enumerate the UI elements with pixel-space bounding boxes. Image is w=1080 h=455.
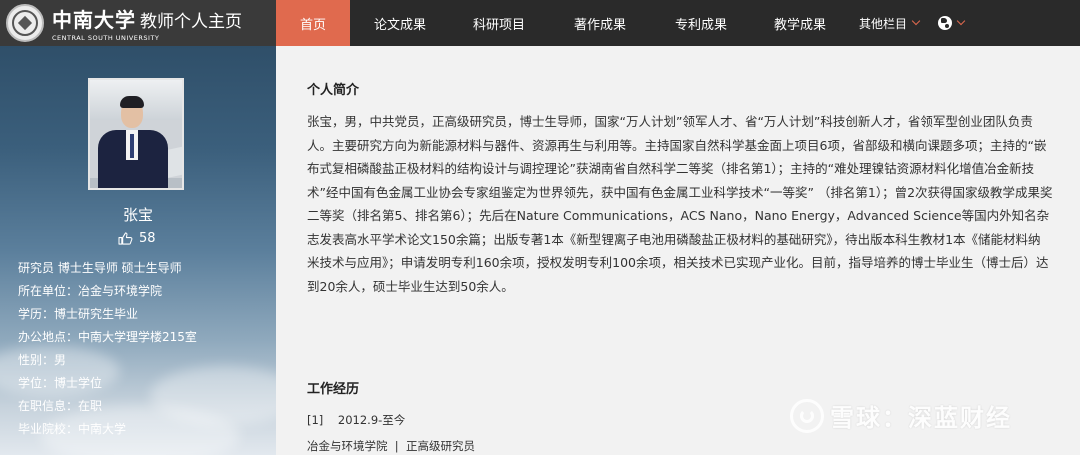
nav-patents[interactable]: 专利成果 xyxy=(652,0,750,46)
info-education: 学历：博士研究生毕业 xyxy=(18,307,139,321)
work-entry-detail: 冶金与环境学院 | 正高级研究员 xyxy=(307,439,475,453)
work-entry-date: [1] 2012.9-至今 xyxy=(307,413,406,427)
university-logo[interactable]: 中南大学 教师个人主页 CENTRAL SOUTH UNIVERSITY xyxy=(0,0,276,46)
info-title: 研究员 博士生导师 硕士生导师 xyxy=(18,261,182,275)
snowball-logo-icon xyxy=(790,398,824,433)
logo-site-title: 教师个人主页 xyxy=(140,12,242,32)
info-alma-mater: 毕业院校：中南大学 xyxy=(18,422,127,436)
main-content: 个人简介 张宝，男，中共党员，正高级研究员，博士生导师，国家“万人计划”领军人才… xyxy=(276,46,1080,455)
watermark-text: 雪球：深蓝财经 xyxy=(830,404,1012,432)
watermark: 雪球：深蓝财经 xyxy=(790,398,1012,433)
profile-sidebar: 张宝 58 研究员 博士生导师 硕士生导师 所在单位：冶金与环境学院 学历：博士… xyxy=(0,46,276,455)
chevron-down-icon xyxy=(911,16,921,26)
nav-books[interactable]: 著作成果 xyxy=(548,0,652,46)
nav-other-dropdown[interactable]: 其他栏目 xyxy=(850,0,928,46)
info-department: 所在单位：冶金与环境学院 xyxy=(18,284,163,298)
profile-photo xyxy=(88,78,184,190)
language-selector[interactable] xyxy=(928,0,974,46)
info-gender: 性别：男 xyxy=(18,353,67,367)
globe-icon xyxy=(938,16,952,30)
thumbs-up-icon xyxy=(118,232,133,245)
info-office: 办公地点：中南大学理学楼215室 xyxy=(18,330,197,344)
nav-papers[interactable]: 论文成果 xyxy=(350,0,450,46)
profile-name: 张宝 xyxy=(122,206,153,224)
work-experience-heading: 工作经历 xyxy=(307,382,360,397)
biography-text: 张宝，男，中共党员，正高级研究员，博士生导师，国家“万人计划”领军人才、省“万人… xyxy=(307,114,1053,294)
like-count: 58 xyxy=(139,231,156,246)
nav-home[interactable]: 首页 xyxy=(276,0,350,46)
top-navigation-bar: 中南大学 教师个人主页 CENTRAL SOUTH UNIVERSITY 首页 … xyxy=(0,0,1080,46)
intro-heading: 个人简介 xyxy=(307,83,360,98)
nav-teaching[interactable]: 教学成果 xyxy=(750,0,850,46)
main-nav: 首页 论文成果 科研项目 著作成果 专利成果 教学成果 其他栏目 xyxy=(276,0,974,46)
like-button[interactable]: 58 xyxy=(118,231,156,246)
university-seal-icon xyxy=(6,4,44,42)
info-degree: 学位：博士学位 xyxy=(18,376,103,390)
info-status: 在职信息：在职 xyxy=(18,399,103,413)
logo-university-name: 中南大学 xyxy=(52,8,136,32)
logo-english-name: CENTRAL SOUTH UNIVERSITY xyxy=(52,34,160,42)
chevron-down-icon xyxy=(956,16,966,26)
nav-research-projects[interactable]: 科研项目 xyxy=(450,0,548,46)
